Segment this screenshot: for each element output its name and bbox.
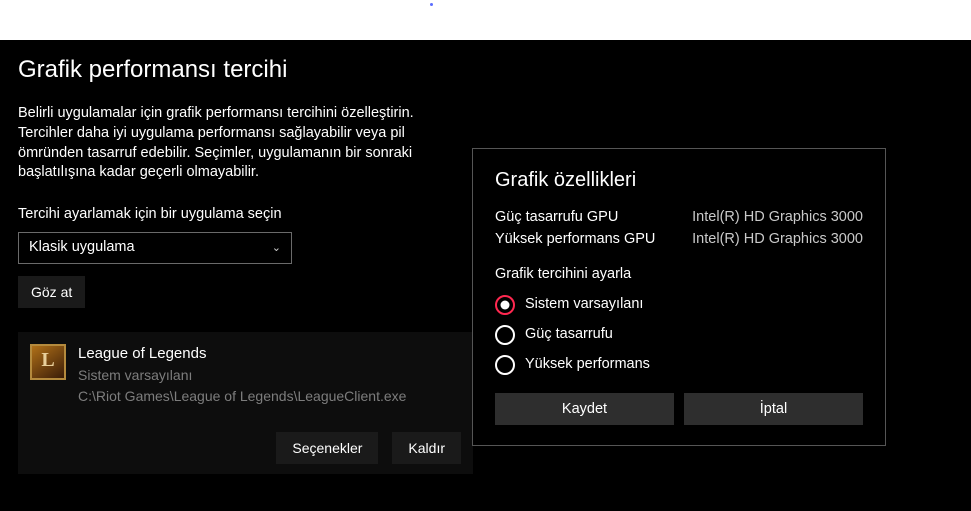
page-description: Belirli uygulamalar için grafik performa…	[18, 104, 458, 182]
radio-label: Yüksek performans	[525, 355, 650, 375]
chevron-down-icon: ⌄	[272, 241, 281, 256]
power-gpu-row: Güç tasarrufu GPU Intel(R) HD Graphics 3…	[495, 208, 863, 228]
settings-page: Grafik performansı tercihi Belirli uygul…	[0, 40, 971, 511]
perf-gpu-label: Yüksek performans GPU	[495, 230, 655, 250]
page-title: Grafik performansı tercihi	[18, 54, 953, 86]
perf-gpu-value: Intel(R) HD Graphics 3000	[692, 230, 863, 250]
power-gpu-label: Güç tasarrufu GPU	[495, 208, 618, 228]
graphics-properties-dialog: Grafik özellikleri Güç tasarrufu GPU Int…	[472, 148, 886, 446]
radio-label: Sistem varsayılanı	[525, 295, 643, 315]
app-icon	[30, 344, 66, 380]
app-path: C:\Riot Games\League of Legends\LeagueCl…	[78, 387, 406, 406]
app-current-pref: Sistem varsayılanı	[78, 366, 406, 385]
radio-high-performance[interactable]: Yüksek performans	[495, 355, 863, 375]
save-button[interactable]: Kaydet	[495, 393, 674, 425]
dialog-title: Grafik özellikleri	[495, 167, 863, 194]
radio-power-saving[interactable]: Güç tasarrufu	[495, 325, 863, 345]
app-type-select[interactable]: Klasik uygulama ⌄	[18, 232, 292, 264]
app-card: League of Legends Sistem varsayılanı C:\…	[18, 332, 473, 474]
radio-icon	[495, 295, 515, 315]
cancel-button[interactable]: İptal	[684, 393, 863, 425]
radio-label: Güç tasarrufu	[525, 325, 613, 345]
pref-label: Grafik tercihini ayarla	[495, 265, 863, 285]
perf-gpu-row: Yüksek performans GPU Intel(R) HD Graphi…	[495, 230, 863, 250]
app-type-value: Klasik uygulama	[29, 238, 135, 258]
browse-button[interactable]: Göz at	[18, 276, 85, 308]
radio-system-default[interactable]: Sistem varsayılanı	[495, 295, 863, 315]
top-bar	[0, 0, 971, 40]
power-gpu-value: Intel(R) HD Graphics 3000	[692, 208, 863, 228]
app-name: League of Legends	[78, 344, 406, 364]
options-button[interactable]: Seçenekler	[276, 432, 378, 464]
indicator-dot	[430, 3, 433, 6]
radio-icon	[495, 355, 515, 375]
radio-icon	[495, 325, 515, 345]
remove-button[interactable]: Kaldır	[392, 432, 461, 464]
